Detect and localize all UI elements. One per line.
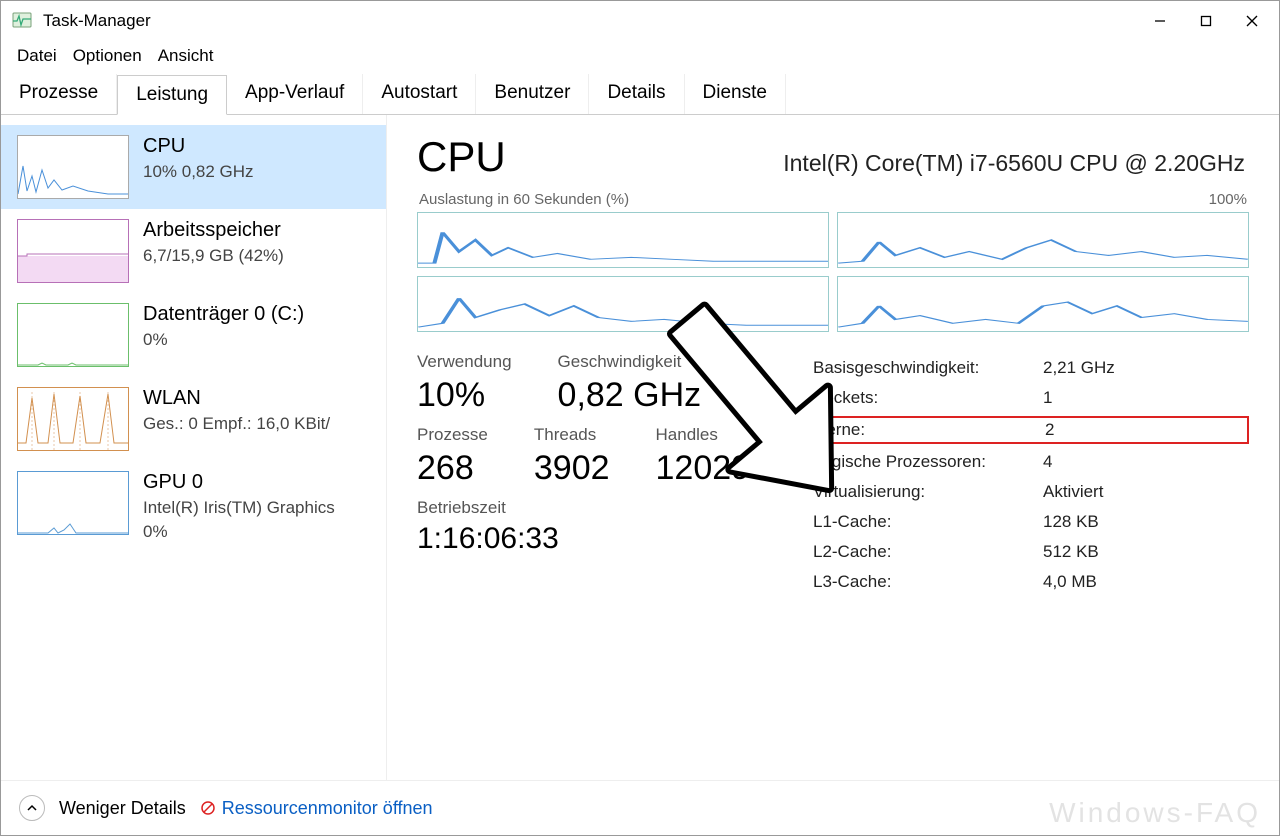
- sidebar-item-wlan[interactable]: WLAN Ges.: 0 Empf.: 16,0 KBit/: [1, 377, 386, 461]
- tabs: Prozesse Leistung App-Verlauf Autostart …: [1, 74, 1279, 115]
- sidebar-gpu-sub2: 0%: [143, 522, 335, 542]
- usage-label: Verwendung: [417, 352, 512, 372]
- kv-l2: L2-Cache:512 KB: [809, 540, 1249, 564]
- gpu-thumb-graph: [17, 471, 129, 535]
- sidebar-memory-title: Arbeitsspeicher: [143, 219, 284, 242]
- core-graph-2: [837, 212, 1249, 268]
- minimize-button[interactable]: [1137, 6, 1183, 36]
- resource-monitor-icon: [200, 800, 216, 816]
- kv-l3: L3-Cache:4,0 MB: [809, 570, 1249, 594]
- fewer-details-chevron-icon[interactable]: [19, 795, 45, 821]
- tab-details[interactable]: Details: [589, 74, 684, 114]
- sidebar-gpu-sub: Intel(R) Iris(TM) Graphics: [143, 498, 335, 518]
- sidebar-cpu-sub: 10% 0,82 GHz: [143, 162, 254, 182]
- kv-cores: Kerne:2: [809, 416, 1249, 444]
- core-graph-4: [837, 276, 1249, 332]
- task-manager-icon: [11, 11, 35, 31]
- main-heading: CPU: [417, 133, 506, 181]
- tab-services[interactable]: Dienste: [685, 74, 786, 114]
- handles-label: Handles: [656, 425, 769, 445]
- kv-basespeed: Basisgeschwindigkeit:2,21 GHz: [809, 356, 1249, 380]
- uptime-label: Betriebszeit: [417, 498, 769, 518]
- processes-label: Prozesse: [417, 425, 488, 445]
- sidebar-item-gpu[interactable]: GPU 0 Intel(R) Iris(TM) Graphics 0%: [1, 461, 386, 552]
- sidebar-cpu-title: CPU: [143, 135, 254, 158]
- speed-value: 0,82 GHz: [558, 376, 702, 415]
- handles-value: 120290: [656, 449, 769, 488]
- util-label: Auslastung in 60 Sekunden (%): [419, 191, 629, 208]
- tab-processes[interactable]: Prozesse: [1, 74, 117, 114]
- sidebar-wlan-sub: Ges.: 0 Empf.: 16,0 KBit/: [143, 414, 330, 434]
- main-panel: CPU Intel(R) Core(TM) i7-6560U CPU @ 2.2…: [387, 115, 1279, 780]
- disk-thumb-graph: [17, 303, 129, 367]
- menu-file[interactable]: Datei: [9, 44, 65, 68]
- speed-label: Geschwindigkeit: [558, 352, 702, 372]
- kv-l1: L1-Cache:128 KB: [809, 510, 1249, 534]
- wlan-thumb-graph: [17, 387, 129, 451]
- cpu-model: Intel(R) Core(TM) i7-6560U CPU @ 2.20GHz: [783, 150, 1245, 177]
- sidebar-wlan-title: WLAN: [143, 387, 330, 410]
- sidebar-memory-sub: 6,7/15,9 GB (42%): [143, 246, 284, 266]
- titlebar: Task-Manager: [1, 1, 1279, 41]
- threads-value: 3902: [534, 449, 610, 488]
- close-button[interactable]: [1229, 6, 1275, 36]
- sidebar-gpu-title: GPU 0: [143, 471, 335, 494]
- cpu-core-graphs[interactable]: [417, 212, 1249, 332]
- resource-monitor-link[interactable]: Ressourcenmonitor öffnen: [200, 798, 433, 819]
- window-title: Task-Manager: [43, 11, 151, 31]
- sidebar-item-cpu[interactable]: CPU 10% 0,82 GHz: [1, 125, 386, 209]
- sidebar-item-memory[interactable]: Arbeitsspeicher 6,7/15,9 GB (42%): [1, 209, 386, 293]
- memory-thumb-graph: [17, 219, 129, 283]
- processes-value: 268: [417, 449, 488, 488]
- sidebar: CPU 10% 0,82 GHz Arbeitsspeicher 6,7/15,…: [1, 115, 387, 780]
- tab-history[interactable]: App-Verlauf: [227, 74, 363, 114]
- sidebar-disk-title: Datenträger 0 (C:): [143, 303, 304, 326]
- fewer-details-button[interactable]: Weniger Details: [59, 798, 186, 819]
- usage-value: 10%: [417, 376, 512, 415]
- sidebar-disk-sub: 0%: [143, 330, 304, 350]
- sidebar-item-disk[interactable]: Datenträger 0 (C:) 0%: [1, 293, 386, 377]
- footer: Weniger Details Ressourcenmonitor öffnen: [1, 780, 1279, 835]
- threads-label: Threads: [534, 425, 610, 445]
- util-max: 100%: [1209, 191, 1247, 208]
- cpu-thumb-graph: [17, 135, 129, 199]
- kv-virt: Virtualisierung:Aktiviert: [809, 480, 1249, 504]
- menu-options[interactable]: Optionen: [65, 44, 150, 68]
- core-graph-1: [417, 212, 829, 268]
- tab-users[interactable]: Benutzer: [476, 74, 589, 114]
- tab-startup[interactable]: Autostart: [363, 74, 476, 114]
- kv-logical: Logische Prozessoren:4: [809, 450, 1249, 474]
- tab-performance[interactable]: Leistung: [117, 75, 227, 115]
- menu-view[interactable]: Ansicht: [150, 44, 222, 68]
- uptime-value: 1:16:06:33: [417, 522, 769, 556]
- maximize-button[interactable]: [1183, 6, 1229, 36]
- menubar: Datei Optionen Ansicht: [1, 41, 1279, 71]
- kv-sockets: Sockets:1: [809, 386, 1249, 410]
- core-graph-3: [417, 276, 829, 332]
